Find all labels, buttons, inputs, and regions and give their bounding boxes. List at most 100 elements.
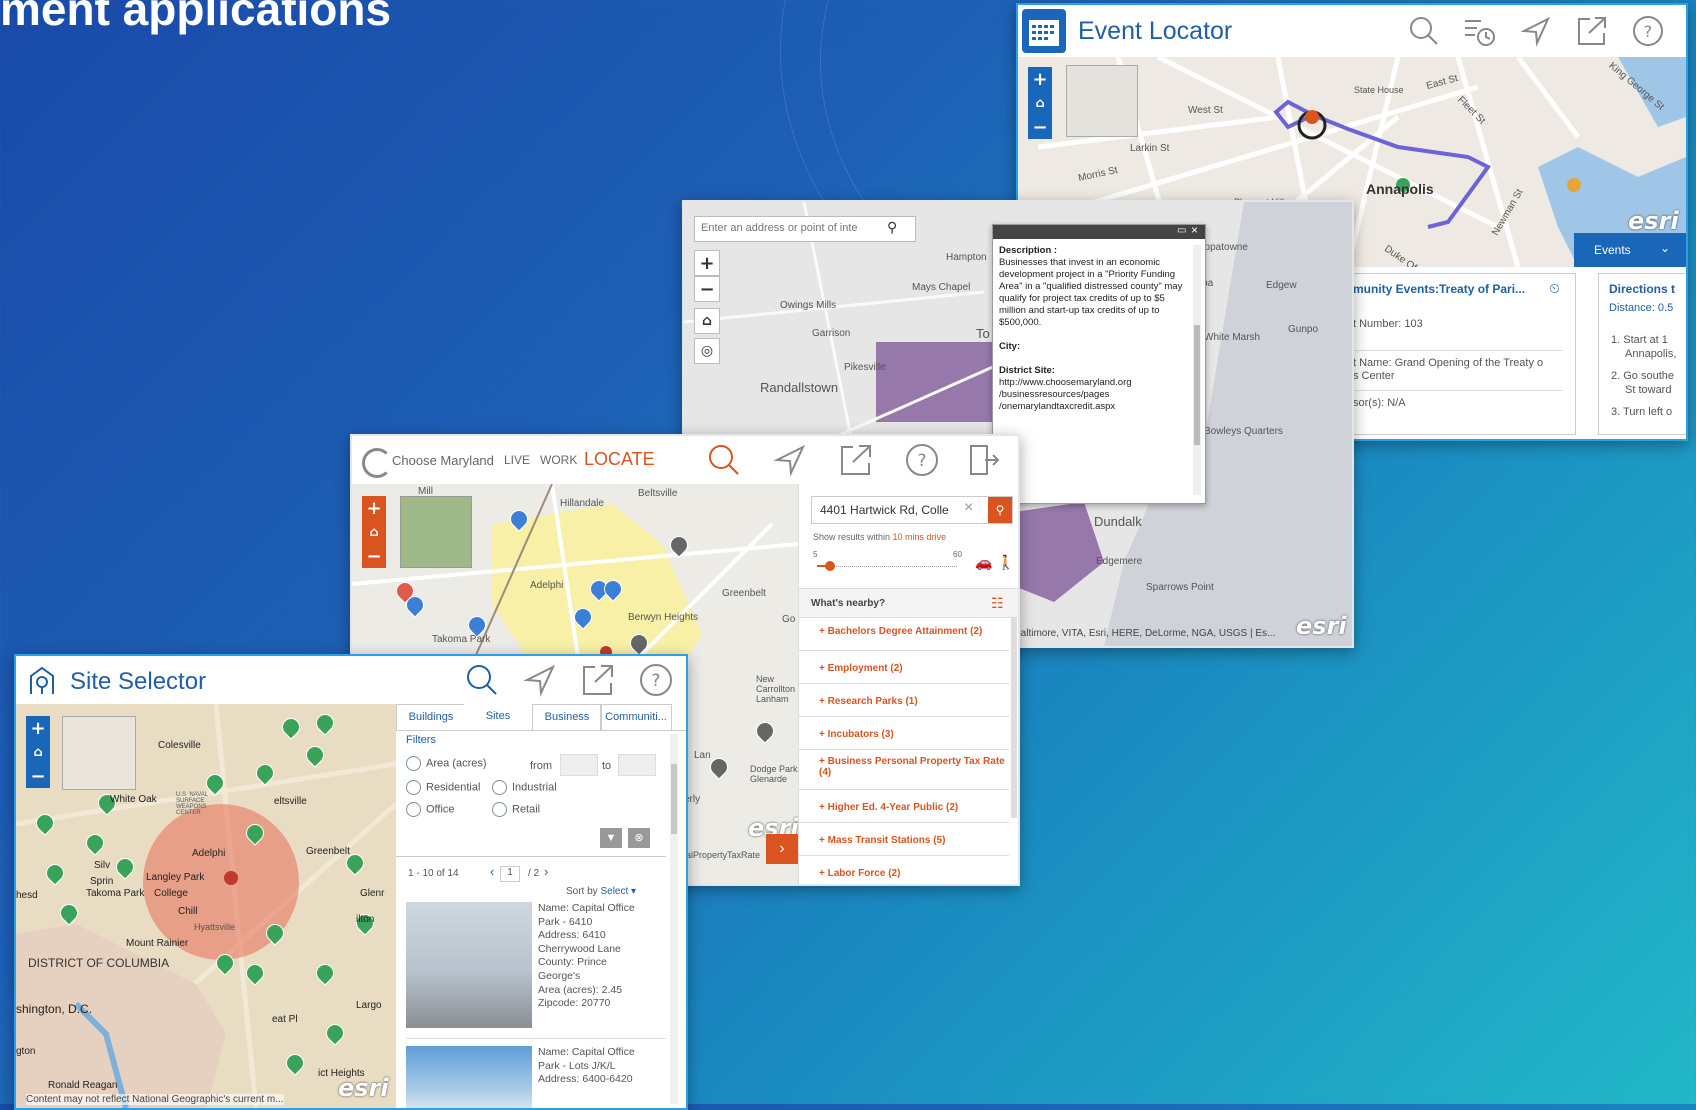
- address-search-input[interactable]: 4401 Hartwick Rd, Colle: [820, 503, 949, 517]
- map-label: Mill: [418, 486, 433, 497]
- walk-icon[interactable]: 🚶: [997, 554, 1014, 571]
- car-icon[interactable]: 🚗: [975, 554, 992, 571]
- exit-icon[interactable]: [966, 442, 1002, 478]
- esri-logo: esri: [1296, 612, 1347, 640]
- pager-page-input[interactable]: 1: [500, 866, 520, 882]
- overview-map-thumbnail[interactable]: [400, 496, 472, 568]
- share-icon[interactable]: [838, 442, 874, 478]
- nav-locate[interactable]: LOCATE: [584, 449, 655, 470]
- clear-filter-icon[interactable]: ⊗: [628, 828, 650, 848]
- search-icon[interactable]: [706, 442, 742, 478]
- brand-name: Choose Maryland: [392, 453, 494, 468]
- area-from-input[interactable]: [560, 754, 598, 776]
- type-industrial[interactable]: Industrial: [492, 780, 557, 795]
- pager-prev[interactable]: ‹: [490, 864, 494, 879]
- locate-arrow-icon[interactable]: [522, 662, 558, 698]
- home-button[interactable]: ⌂: [694, 308, 720, 334]
- scroll-thumb[interactable]: [671, 764, 677, 834]
- zoom-in-button[interactable]: +: [694, 250, 720, 276]
- radio-button[interactable]: [406, 756, 421, 771]
- type-retail[interactable]: Retail: [492, 802, 540, 817]
- nearby-item[interactable]: + Labor Force (2): [799, 856, 1009, 884]
- slider-thumb[interactable]: [825, 561, 835, 571]
- search-icon[interactable]: ⚲: [988, 497, 1012, 523]
- choose-maryland-header: Choose Maryland LIVE WORK LOCATE ?: [352, 436, 1018, 485]
- type-residential[interactable]: Residential: [406, 780, 480, 795]
- clear-icon[interactable]: ×: [964, 499, 973, 517]
- site-selector-map[interactable]: + ⌂ − Colesville White Oak U.S. NAVAL SU…: [16, 704, 396, 1108]
- nav-work[interactable]: WORK: [540, 453, 577, 467]
- zoom-out-button[interactable]: −: [362, 544, 386, 568]
- nearby-item[interactable]: + Higher Ed. 4-Year Public (2): [799, 790, 1009, 823]
- share-icon[interactable]: [1574, 15, 1610, 47]
- scroll-thumb[interactable]: [1194, 325, 1200, 445]
- zoom-out-button[interactable]: −: [1028, 115, 1052, 139]
- address-search-input[interactable]: [695, 217, 887, 239]
- pager-next[interactable]: ›: [544, 864, 548, 879]
- radio-button[interactable]: [492, 780, 507, 795]
- schedule-icon[interactable]: ⏲: [1549, 280, 1560, 297]
- nearby-item[interactable]: + Mass Transit Stations (5): [799, 823, 1009, 856]
- sort-value[interactable]: Select: [600, 886, 628, 897]
- panel-scrollbar[interactable]: [670, 734, 678, 1104]
- home-button[interactable]: ⌂: [26, 740, 50, 764]
- nearby-item[interactable]: + Employment (2): [799, 651, 1009, 684]
- result-line: Area (acres): 2.45: [538, 983, 623, 996]
- help-icon[interactable]: ?: [904, 442, 940, 478]
- sort-control[interactable]: Sort by Select ▾: [566, 886, 636, 897]
- home-button[interactable]: ⌂: [1028, 91, 1052, 115]
- drive-time-slider[interactable]: 5 60: [813, 550, 963, 574]
- nearby-item[interactable]: + Research Parks (1): [799, 684, 1009, 717]
- area-to-input[interactable]: [618, 754, 656, 776]
- tab-business[interactable]: Business: [532, 704, 602, 730]
- locate-arrow-icon[interactable]: [772, 442, 808, 478]
- radio-button[interactable]: [406, 802, 421, 817]
- map-label: New Carrollton Lanham: [756, 674, 796, 704]
- help-icon[interactable]: ?: [638, 662, 674, 698]
- share-icon[interactable]: [580, 662, 616, 698]
- nav-live[interactable]: LIVE: [504, 453, 530, 467]
- zoom-in-button[interactable]: +: [1028, 67, 1052, 91]
- nearby-scrollbar[interactable]: [1011, 618, 1017, 818]
- filter-icon[interactable]: ▼: [600, 828, 622, 848]
- expand-panel-button[interactable]: ›: [766, 834, 798, 864]
- home-button[interactable]: ⌂: [362, 520, 386, 544]
- locate-button[interactable]: ◎: [694, 338, 720, 364]
- radio-button[interactable]: [406, 780, 421, 795]
- nearby-item[interactable]: + Incubators (3): [799, 717, 1009, 750]
- events-dropdown[interactable]: Events ⌄: [1574, 233, 1686, 267]
- type-office[interactable]: Office: [406, 802, 455, 817]
- map-label: Berwyn Heights: [628, 612, 699, 623]
- zoom-in-button[interactable]: +: [26, 716, 50, 740]
- search-icon[interactable]: [464, 662, 500, 698]
- maximize-icon[interactable]: ▭: [1177, 225, 1186, 236]
- nearby-item[interactable]: + Business Personal Property Tax Rate (4…: [799, 750, 1009, 790]
- radio-button[interactable]: [492, 802, 507, 817]
- tab-sites[interactable]: Sites: [464, 704, 532, 730]
- search-icon[interactable]: ⚲: [887, 219, 897, 236]
- map-label: Colesville: [158, 740, 201, 751]
- help-icon[interactable]: ?: [1630, 15, 1666, 47]
- history-list-icon[interactable]: [1462, 15, 1498, 47]
- area-filter[interactable]: Area (acres): [406, 756, 487, 771]
- slider-min: 5: [813, 550, 818, 559]
- tab-buildings[interactable]: Buildings: [396, 704, 466, 730]
- nearby-item[interactable]: + Bachelors Degree Attainment (2): [799, 618, 1009, 651]
- locate-arrow-icon[interactable]: [1518, 15, 1554, 47]
- result-item[interactable]: Name: Capital Office Park - 6410 Address…: [406, 902, 666, 1030]
- pager-range: 1 - 10 of 14: [408, 868, 459, 879]
- overview-map-thumbnail[interactable]: [1066, 65, 1138, 137]
- zoom-in-button[interactable]: +: [362, 496, 386, 520]
- zoom-out-button[interactable]: −: [26, 764, 50, 788]
- close-icon[interactable]: ×: [1191, 223, 1198, 237]
- zoom-out-button[interactable]: −: [694, 276, 720, 302]
- overview-map-thumbnail[interactable]: [62, 716, 136, 790]
- district-url[interactable]: http://www.choosemaryland.org /businessr…: [999, 377, 1169, 413]
- result-item[interactable]: Name: Capital Office Park - Lots J/K/L A…: [406, 1046, 666, 1108]
- search-icon[interactable]: [1406, 15, 1442, 47]
- layers-list-icon[interactable]: ☷: [991, 595, 1004, 612]
- tab-communities[interactable]: Communiti...: [600, 704, 672, 730]
- result-line: Park - Lots J/K/L: [538, 1059, 616, 1072]
- popup-scrollbar[interactable]: [1193, 245, 1201, 495]
- map-label: Ronald Reagan: [48, 1080, 118, 1091]
